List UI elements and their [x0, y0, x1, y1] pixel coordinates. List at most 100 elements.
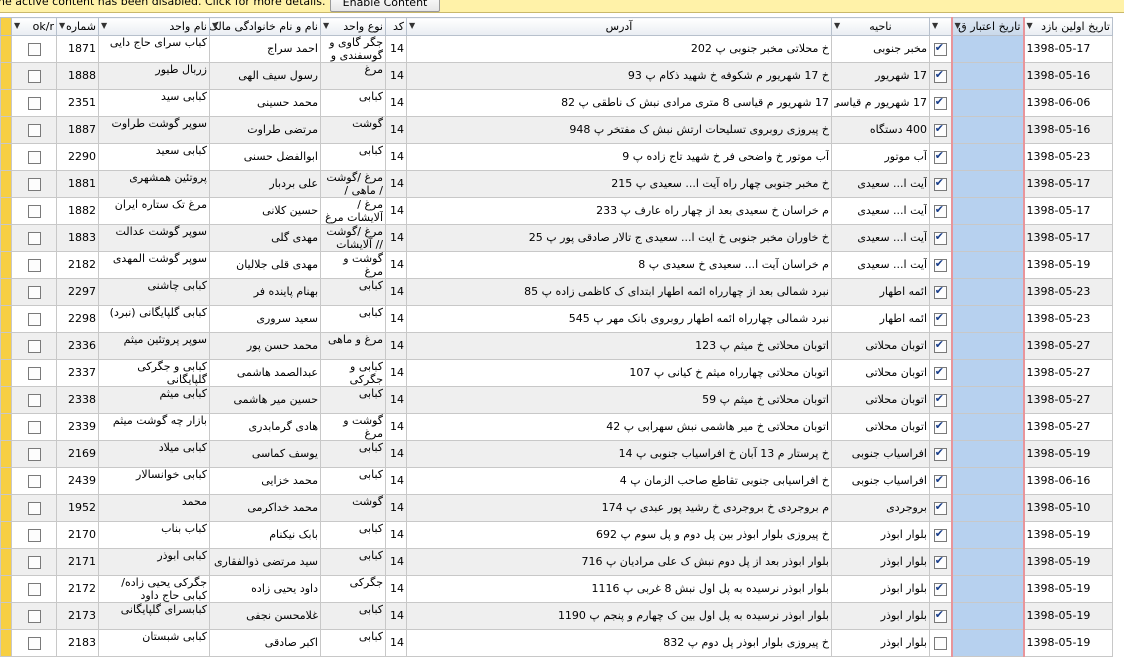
- code-cell[interactable]: 14: [385, 305, 407, 333]
- table-row[interactable]: 2169 کبابی میلاد یوسف کماسی کبابی 14 خ پرستار…: [0, 440, 1113, 468]
- row-checkbox[interactable]: [933, 257, 947, 272]
- credit-date-cell[interactable]: [950, 413, 1025, 441]
- ok-checkbox[interactable]: [27, 312, 41, 326]
- owner-cell[interactable]: محمد حسینی: [209, 89, 321, 117]
- record-selector[interactable]: [0, 305, 12, 333]
- chk-cell[interactable]: [929, 116, 952, 144]
- credit-date-cell[interactable]: [950, 143, 1025, 171]
- record-selector[interactable]: [0, 224, 12, 252]
- unit-name-cell[interactable]: محمد: [98, 494, 210, 522]
- record-selector[interactable]: [0, 197, 12, 225]
- district-cell[interactable]: اتوبان محلاتی: [831, 413, 930, 441]
- unit-name-cell[interactable]: کبابی ابوذر: [98, 548, 210, 576]
- sort-dropdown-icon[interactable]: ▼: [14, 21, 20, 30]
- table-row[interactable]: 2172 جگرکی یحیی زاده/ کبابی حاج داود داود …: [0, 575, 1113, 603]
- district-cell[interactable]: 400 دستگاه: [831, 116, 930, 144]
- code-cell[interactable]: 14: [385, 170, 407, 198]
- table-row[interactable]: 2298 کبابی گلپایگانی (نبرد) سعید سروری کباب…: [0, 305, 1113, 333]
- code-cell[interactable]: 14: [385, 35, 407, 63]
- ok-checkbox[interactable]: [27, 123, 41, 137]
- owner-cell[interactable]: عبدالصمد هاشمی: [209, 359, 321, 387]
- district-cell[interactable]: افراسیاب جنوبی: [831, 440, 930, 468]
- unit-type-cell[interactable]: جگرکی: [320, 575, 386, 603]
- district-cell[interactable]: آیت ا... سعیدی: [831, 170, 930, 198]
- col-header-code[interactable]: کد: [385, 17, 407, 36]
- credit-date-cell[interactable]: [950, 89, 1025, 117]
- num-cell[interactable]: 2351: [56, 89, 99, 117]
- ok-checkbox[interactable]: [27, 366, 41, 380]
- unit-type-cell[interactable]: مرغ / آلایشات مرغ: [320, 197, 386, 225]
- code-cell[interactable]: 14: [385, 278, 407, 306]
- district-cell[interactable]: 17 شهریور م قیاسی: [831, 89, 930, 117]
- table-row[interactable]: 1882 مرغ تک ستاره ایران حسین کلانی مرغ / آل…: [0, 197, 1113, 225]
- address-cell[interactable]: بلوار ابوذر بعد از پل دوم نبش ک علی مراد…: [406, 548, 832, 576]
- ok-checkbox[interactable]: [27, 420, 41, 434]
- district-cell[interactable]: ائمه اطهار: [831, 278, 930, 306]
- unit-name-cell[interactable]: سوپر گوشت المهدی: [98, 251, 210, 279]
- col-header-num[interactable]: شماره ▼: [56, 17, 99, 36]
- ok-cell[interactable]: [11, 197, 57, 225]
- unit-name-cell[interactable]: کبابی میلاد: [98, 440, 210, 468]
- credit-date-cell[interactable]: [950, 35, 1025, 63]
- unit-type-cell[interactable]: کبابی: [320, 602, 386, 630]
- record-selector[interactable]: [0, 548, 12, 576]
- owner-cell[interactable]: سعید سروری: [209, 305, 321, 333]
- unit-type-cell[interactable]: مرغ و ماهی: [320, 332, 386, 360]
- row-checkbox[interactable]: [933, 176, 947, 191]
- record-selector[interactable]: [0, 440, 12, 468]
- num-cell[interactable]: 2337: [56, 359, 99, 387]
- ok-checkbox[interactable]: [27, 339, 41, 353]
- code-cell[interactable]: 14: [385, 359, 407, 387]
- ok-checkbox[interactable]: [27, 96, 41, 110]
- ok-checkbox[interactable]: [27, 177, 41, 191]
- address-cell[interactable]: آب موتور خ واضحی فر خ شهید تاج زاده پ 9: [406, 143, 832, 171]
- row-checkbox[interactable]: [933, 68, 947, 83]
- first-visit-cell[interactable]: 1398-06-16: [1023, 467, 1113, 495]
- credit-date-cell[interactable]: [950, 629, 1025, 657]
- first-visit-cell[interactable]: 1398-05-17: [1023, 197, 1113, 225]
- num-cell[interactable]: 2169: [56, 440, 99, 468]
- chk-cell[interactable]: [929, 467, 952, 495]
- row-checkbox[interactable]: [933, 419, 947, 434]
- address-cell[interactable]: بلوار ابوذر نرسیده به پل اول بین ک چهارم…: [406, 602, 832, 630]
- ok-checkbox[interactable]: [27, 285, 41, 299]
- unit-name-cell[interactable]: کبابی خوانسالار: [98, 467, 210, 495]
- num-cell[interactable]: 1887: [56, 116, 99, 144]
- record-selector[interactable]: [0, 629, 12, 657]
- first-visit-cell[interactable]: 1398-05-19: [1023, 251, 1113, 279]
- credit-date-cell[interactable]: [950, 521, 1025, 549]
- unit-name-cell[interactable]: کبابی چاشنی: [98, 278, 210, 306]
- first-visit-cell[interactable]: 1398-05-19: [1023, 521, 1113, 549]
- credit-date-cell[interactable]: [950, 467, 1025, 495]
- district-cell[interactable]: آیت ا... سعیدی: [831, 224, 930, 252]
- unit-type-cell[interactable]: کبابی: [320, 521, 386, 549]
- unit-type-cell[interactable]: مرغ /گوشت // آلایشات: [320, 224, 386, 252]
- credit-date-cell[interactable]: [950, 575, 1025, 603]
- address-cell[interactable]: بلوار ابوذر نرسیده به پل اول نبش 8 غربی …: [406, 575, 832, 603]
- code-cell[interactable]: 14: [385, 548, 407, 576]
- ok-checkbox[interactable]: [27, 555, 41, 569]
- table-row[interactable]: 2297 کبابی چاشنی بهنام پاینده فر کبابی 14 نبر…: [0, 278, 1113, 306]
- unit-name-cell[interactable]: بازار چه گوشت میثم: [98, 413, 210, 441]
- record-selector[interactable]: [0, 494, 12, 522]
- owner-cell[interactable]: حسین میر هاشمی: [209, 386, 321, 414]
- num-cell[interactable]: 2173: [56, 602, 99, 630]
- district-cell[interactable]: بلوار ابوذر: [831, 548, 930, 576]
- num-cell[interactable]: 2297: [56, 278, 99, 306]
- unit-type-cell[interactable]: جگر گاوی و گوسفندی و بیان: [320, 35, 386, 63]
- unit-name-cell[interactable]: سوپر گوشت عدالت: [98, 224, 210, 252]
- ok-checkbox[interactable]: [27, 393, 41, 407]
- chk-cell[interactable]: [929, 332, 952, 360]
- chk-cell[interactable]: [929, 35, 952, 63]
- record-selector[interactable]: [0, 521, 12, 549]
- code-cell[interactable]: 14: [385, 521, 407, 549]
- first-visit-cell[interactable]: 1398-05-19: [1023, 629, 1113, 657]
- col-header-ok[interactable]: ok/r ▼: [11, 17, 57, 36]
- num-cell[interactable]: 1881: [56, 170, 99, 198]
- ok-checkbox[interactable]: [27, 636, 41, 650]
- unit-type-cell[interactable]: کبابی: [320, 629, 386, 657]
- chk-cell[interactable]: [929, 251, 952, 279]
- chk-cell[interactable]: [929, 62, 952, 90]
- unit-name-cell[interactable]: پروتئین همشهری: [98, 170, 210, 198]
- ok-cell[interactable]: [11, 116, 57, 144]
